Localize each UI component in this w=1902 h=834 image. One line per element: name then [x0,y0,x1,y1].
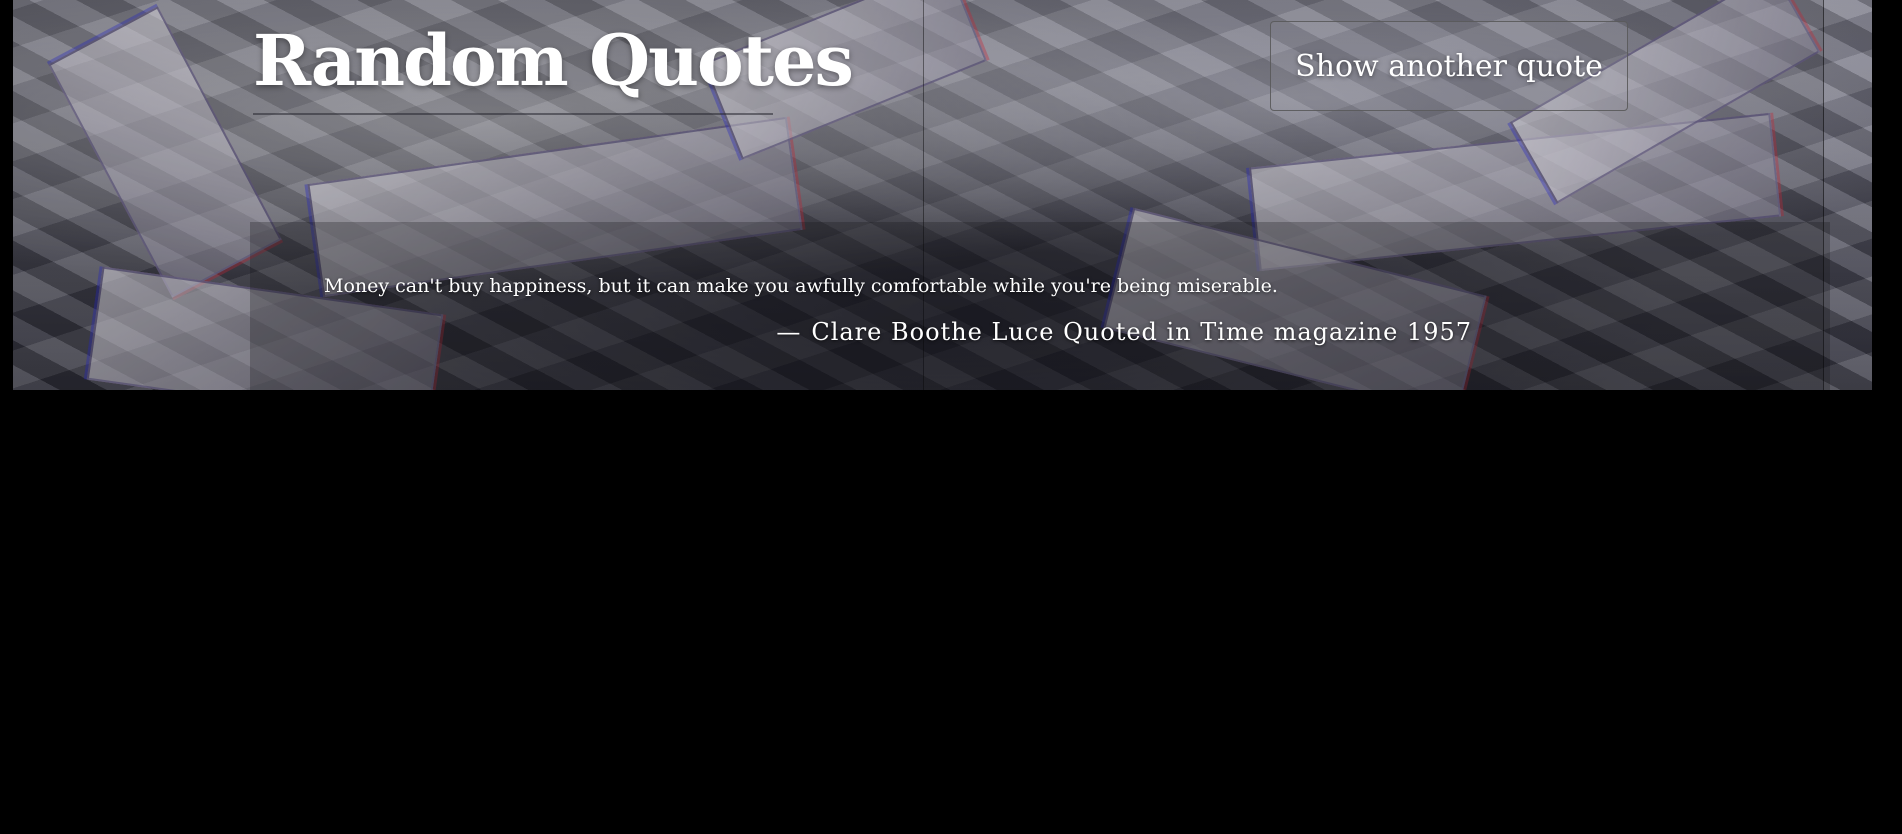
title-divider [253,113,773,115]
author-dash: — [776,318,802,346]
hero-background-image: Random Quotes Show another quote Money c… [13,0,1872,390]
author-name: Clare Boothe Luce Quoted in Time magazin… [811,318,1472,346]
quote-author: — Clare Boothe Luce Quoted in Time magazi… [776,318,1472,346]
show-another-quote-button[interactable]: Show another quote [1270,21,1628,111]
quote-panel [250,222,1830,390]
empty-page-area [0,390,1902,834]
quote-text: Money can't buy happiness, but it can ma… [324,275,1278,297]
page-title: Random Quotes [253,19,854,102]
